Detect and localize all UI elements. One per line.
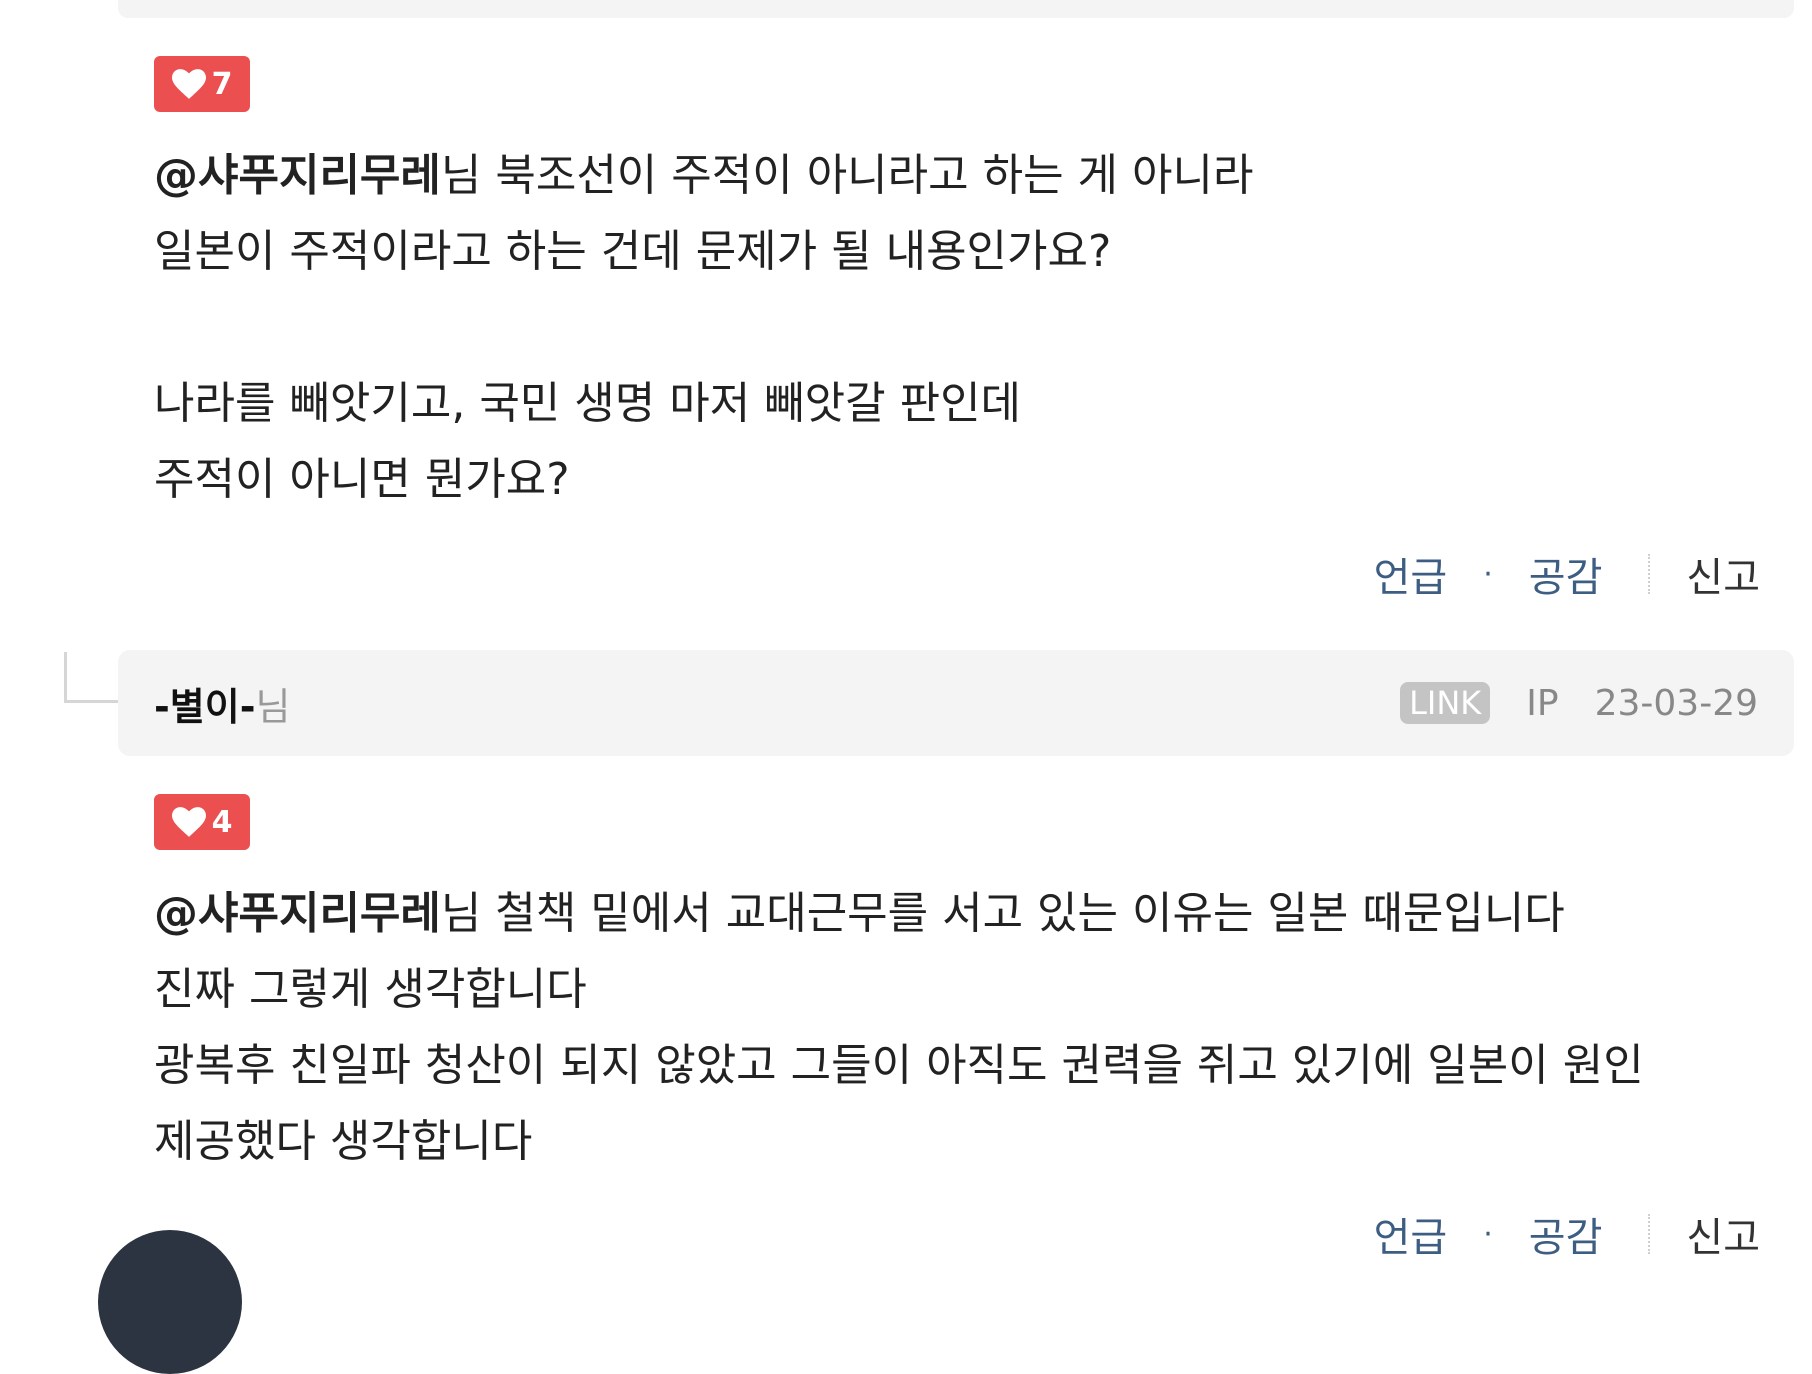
mention-button[interactable]: 언급 (1374, 1205, 1448, 1263)
heart-icon (171, 807, 206, 837)
like-count: 7 (211, 66, 233, 102)
comment-header: -별이-님 LINK IP 23-03-29 (118, 650, 1794, 756)
user-mention[interactable]: @샤푸지리무레 (154, 150, 441, 201)
comment-author[interactable]: -별이-님 (154, 676, 290, 731)
previous-comment-footer (118, 0, 1794, 18)
heart-icon (171, 69, 206, 99)
like-button[interactable]: 공감 (1529, 1205, 1603, 1263)
comment-line: 님 철책 밑에서 교대근무를 서고 있는 이유는 일본 때문입니다 (440, 888, 1565, 939)
comment-meta: LINK IP 23-03-29 (1400, 682, 1758, 724)
comment-body: @샤푸지리무레님 북조선이 주적이 아니라고 하는 게 아니라 일본이 주적이라… (154, 138, 1754, 518)
author-name: -별이- (154, 684, 256, 729)
user-mention[interactable]: @샤푸지리무레 (154, 888, 441, 939)
link-badge[interactable]: LINK (1400, 682, 1491, 724)
comment-line: 주적이 아니면 뭔가요? (154, 454, 570, 505)
comment-line: 진짜 그렇게 생각합니다 (154, 964, 587, 1015)
like-button[interactable]: 공감 (1529, 545, 1603, 603)
comment-line-blank (154, 290, 1754, 366)
like-count: 4 (211, 804, 233, 840)
comment-line: 일본이 주적이라고 하는 건데 문제가 될 내용인가요? (154, 226, 1112, 277)
action-divider (1648, 554, 1651, 594)
ip-label: IP (1526, 682, 1559, 724)
comment-date: 23-03-29 (1594, 682, 1758, 724)
comment-line: 광복후 친일파 청산이 되지 않았고 그들이 아직도 권력을 쥐고 있기에 일본… (154, 1040, 1644, 1091)
report-button[interactable]: 신고 (1686, 545, 1760, 603)
comment-line: 제공했다 생각합니다 (154, 1116, 533, 1167)
comment-actions: 언급 · 공감 신고 (1374, 1204, 1760, 1264)
floating-action-button[interactable] (98, 1230, 242, 1374)
like-count-badge: 7 (154, 56, 250, 112)
comment-line: 님 북조선이 주적이 아니라고 하는 게 아니라 (440, 150, 1254, 201)
mention-button[interactable]: 언급 (1374, 545, 1448, 603)
comment-line: 나라를 빼앗기고, 국민 생명 마저 빼앗갈 판인데 (154, 378, 1022, 429)
report-button[interactable]: 신고 (1686, 1205, 1760, 1263)
author-suffix: 님 (255, 684, 291, 729)
comment-actions: 언급 · 공감 신고 (1374, 544, 1760, 604)
reply-connector (64, 652, 121, 703)
like-count-badge: 4 (154, 794, 250, 850)
action-divider (1648, 1214, 1651, 1254)
action-separator-dot: · (1483, 1216, 1493, 1252)
comment-body: @샤푸지리무레님 철책 밑에서 교대근무를 서고 있는 이유는 일본 때문입니다… (154, 876, 1754, 1180)
action-separator-dot: · (1483, 556, 1493, 592)
